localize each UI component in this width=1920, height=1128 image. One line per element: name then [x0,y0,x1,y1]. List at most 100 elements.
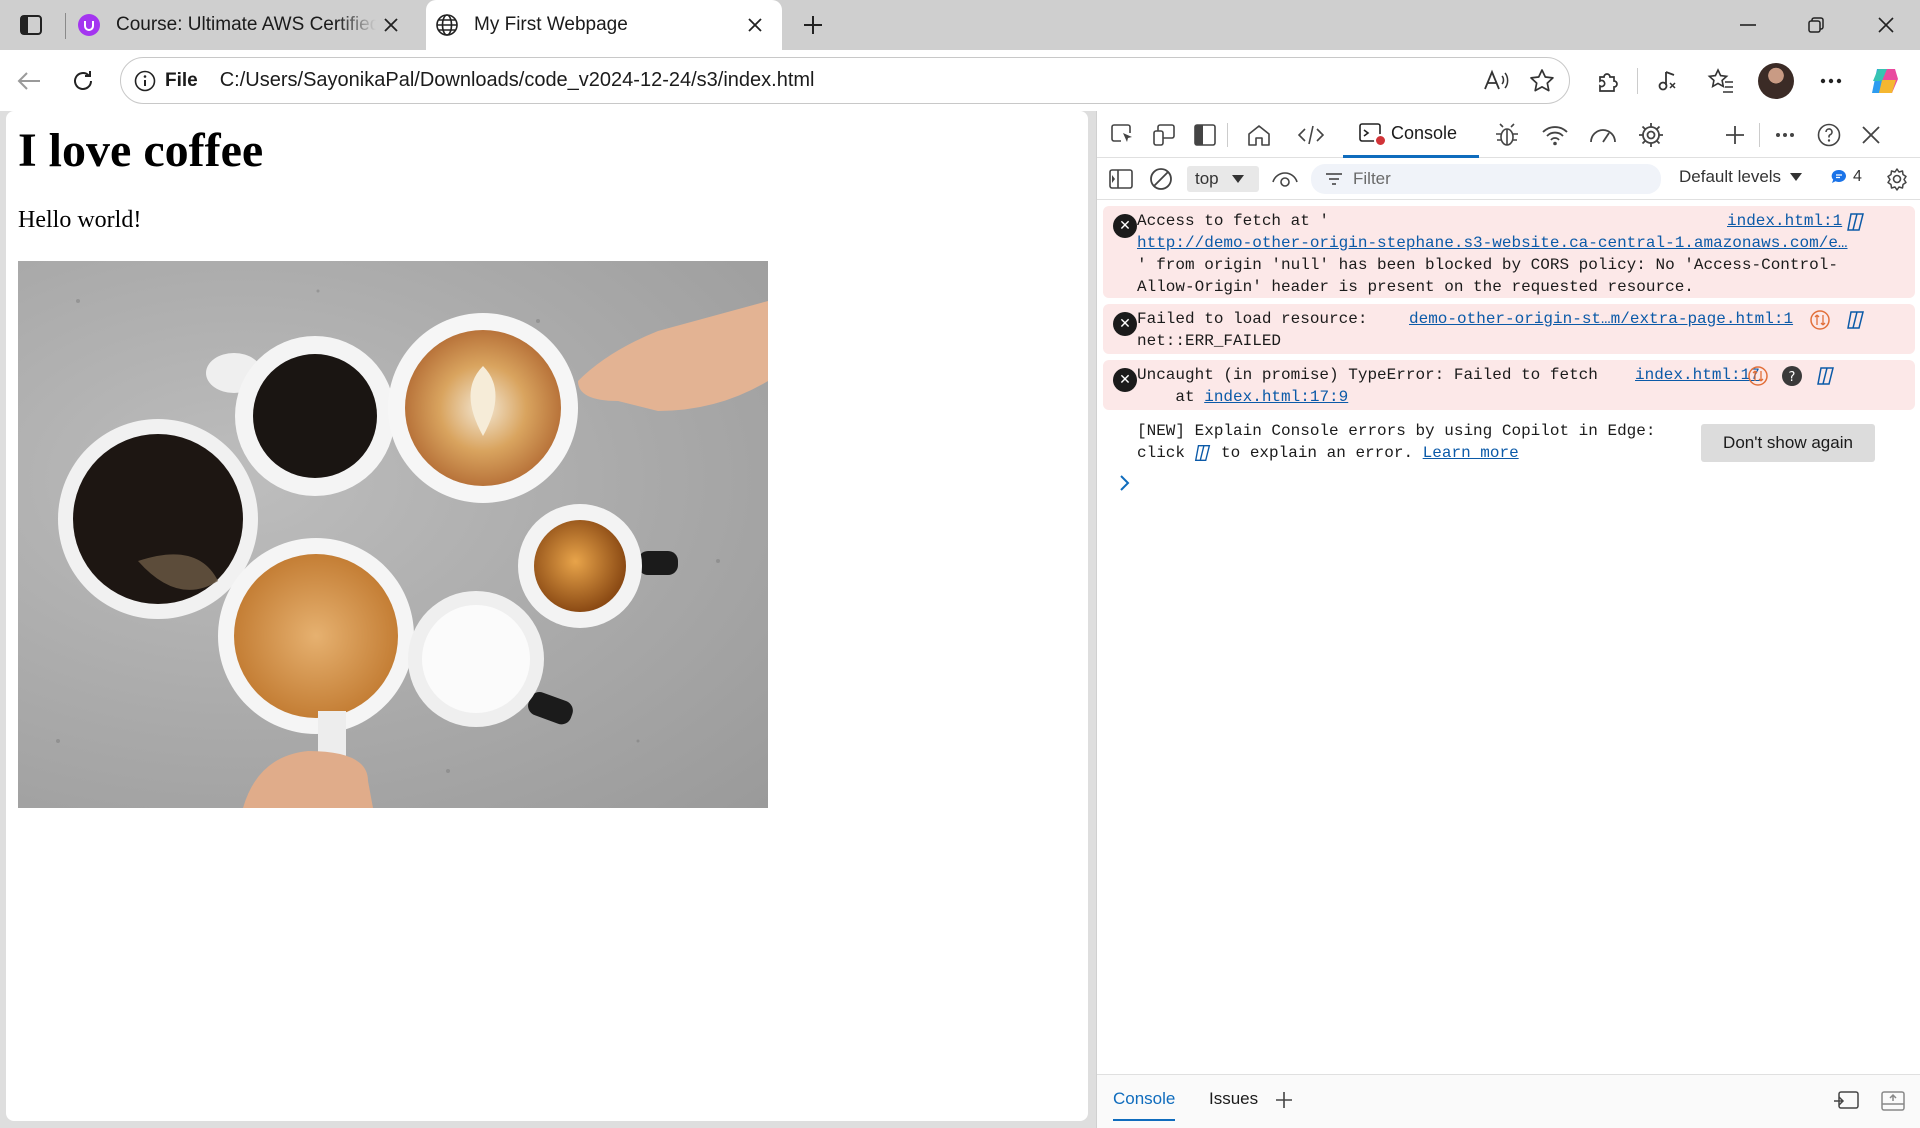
devtools-panel: Console top Filter Default levels 4 ✕ Ac… [1096,111,1920,1128]
welcome-tab[interactable] [1243,119,1275,151]
minimize-button[interactable] [1728,8,1768,42]
read-aloud-icon[interactable] [1483,69,1509,93]
address-scheme: File [165,69,198,91]
help-icon [1817,123,1841,147]
console-error-message: ✕ Failed to load resource: net::ERR_FAIL… [1103,304,1915,354]
quick-view-icon[interactable] [1833,1091,1859,1111]
dropdown-arrow-icon [1790,173,1803,181]
elements-tab[interactable] [1295,119,1327,151]
network-tab[interactable] [1539,119,1571,151]
minimize-icon [1740,24,1756,26]
sources-tab[interactable] [1491,119,1523,151]
address-url[interactable]: C:/Users/SayonikaPal/Downloads/code_v202… [220,69,815,92]
network-request-icon[interactable] [1747,365,1769,387]
console-settings-button[interactable] [1881,163,1913,195]
close-icon [1862,126,1880,144]
device-icon [1153,124,1175,146]
copilot-explain-icon [1194,445,1211,461]
filter-placeholder: Filter [1353,169,1391,188]
source-link[interactable]: index.html:17 [1635,364,1760,386]
error-icon: ✕ [1113,312,1137,336]
copilot-hint-message: [NEW] Explain Console errors by using Co… [1103,416,1915,472]
more-horizontal-icon [1776,133,1794,137]
help-icon[interactable]: ? [1781,365,1803,387]
error-url-link[interactable]: http://demo-other-origin-stephane.s3-web… [1137,232,1902,254]
console-error-message: ✕ Access to fetch at ' http://demo-other… [1103,206,1915,298]
copilot-explain-icon[interactable] [1845,211,1867,233]
live-expression-button[interactable] [1269,163,1301,195]
settings-chip-icon [1639,123,1663,147]
copilot-explain-icon[interactable] [1845,309,1867,331]
restore-button[interactable] [1796,8,1836,42]
favorite-star-icon[interactable] [1529,68,1555,94]
error-text-line: Failed to load resource: [1137,310,1368,328]
memory-tab[interactable] [1635,119,1667,151]
log-levels-dropdown[interactable]: Default levels [1679,167,1803,187]
hint-suffix: to explain an error. [1221,444,1414,462]
source-link[interactable]: demo-other-origin-st…m/extra-page.html:1 [1409,308,1793,330]
clear-console-button[interactable] [1145,163,1177,195]
console-prompt-chevron-icon[interactable] [1117,473,1133,493]
context-value: top [1195,169,1219,188]
error-text-line: Uncaught (in promise) TypeError: Failed … [1137,366,1598,384]
performance-tab[interactable] [1587,119,1619,151]
source-link[interactable]: index.html:1 [1723,210,1847,232]
dock-drawer-icon[interactable] [1881,1091,1905,1111]
customize-devtools-button[interactable] [1769,119,1801,151]
globe-icon [434,12,460,38]
error-text-line: net::ERR_FAILED [1137,332,1282,350]
extensions-button[interactable] [1589,62,1627,100]
more-options-button[interactable] [1812,62,1850,100]
drawer-tab-issues[interactable]: Issues [1209,1089,1258,1109]
sidebar-toggle-icon [1109,169,1133,189]
back-button[interactable] [10,62,48,100]
stack-link[interactable]: index.html:17:9 [1204,388,1348,406]
address-bar[interactable]: File C:/Users/SayonikaPal/Downloads/code… [120,57,1570,104]
filter-input[interactable]: Filter [1311,164,1661,194]
toolbar-divider [1637,68,1638,94]
tab-actions-button[interactable] [14,8,48,42]
tab-actions-icon [20,15,42,35]
media-button[interactable] [1648,62,1686,100]
close-tab-button[interactable] [740,10,770,40]
more-tools-button[interactable] [1719,119,1751,151]
devtools-drawer: Console Issues [1097,1074,1920,1128]
console-toolbar: top Filter Default levels 4 [1097,158,1920,200]
help-button[interactable] [1813,119,1845,151]
plus-icon [1726,126,1744,144]
network-request-icon[interactable] [1809,309,1831,331]
learn-more-link[interactable]: Learn more [1423,442,1519,464]
console-icon [1359,122,1387,147]
refresh-icon [74,71,92,90]
devtools-tab-bar: Console [1097,111,1920,158]
dock-side-button[interactable] [1189,119,1221,151]
copilot-button[interactable] [1866,62,1904,100]
dont-show-again-button[interactable]: Don't show again [1701,424,1875,462]
context-selector[interactable]: top [1187,166,1259,192]
info-icon[interactable] [133,69,157,93]
close-window-button[interactable] [1866,8,1906,42]
refresh-button[interactable] [64,62,102,100]
issues-counter[interactable]: 4 [1831,168,1862,186]
favorites-button[interactable] [1702,62,1740,100]
console-tab[interactable]: Console [1343,111,1479,158]
code-icon [1298,125,1324,145]
device-emulation-button[interactable] [1148,119,1180,151]
inspect-icon [1111,124,1132,142]
show-sidebar-button[interactable] [1105,163,1137,195]
tab-course[interactable]: Course: Ultimate AWS Certified Solutions… [68,0,418,50]
plus-icon [804,16,822,34]
gauge-icon [1590,129,1616,143]
page-heading: I love coffee [18,124,264,177]
tab-my-first-webpage[interactable]: My First Webpage [426,0,782,50]
music-note-icon [1658,71,1676,91]
profile-avatar[interactable] [1758,63,1794,99]
add-drawer-tab-icon[interactable] [1275,1091,1293,1109]
new-tab-button[interactable] [796,8,830,42]
close-tab-button[interactable] [376,10,406,40]
inspect-element-button[interactable] [1107,119,1139,151]
copilot-explain-icon[interactable] [1815,365,1837,387]
drawer-tab-console[interactable]: Console [1113,1089,1176,1121]
close-devtools-button[interactable] [1855,119,1887,151]
back-arrow-icon [17,72,40,90]
